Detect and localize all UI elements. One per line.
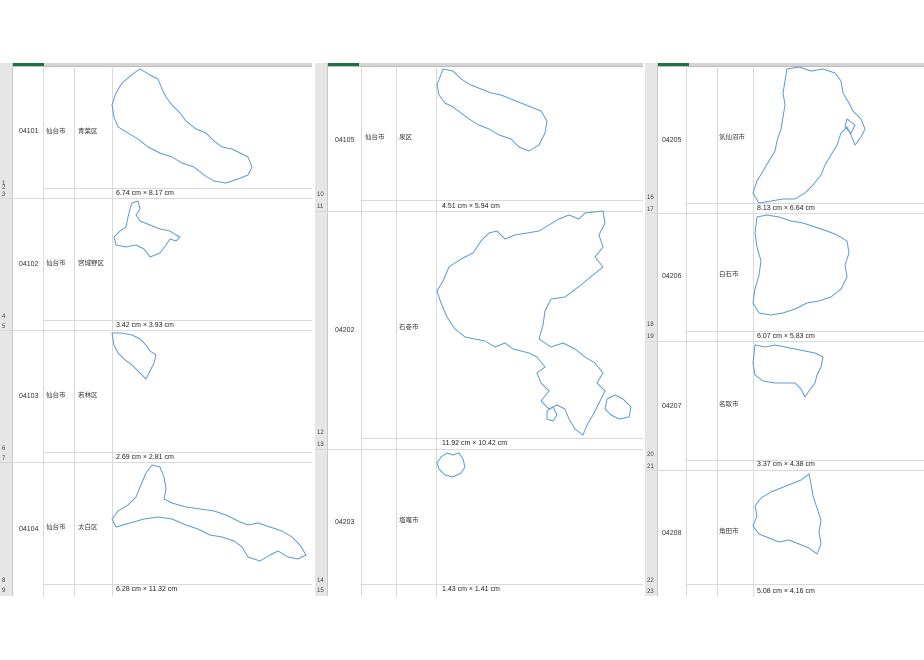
ward-cell[interactable]: 角田市 <box>719 525 739 535</box>
selected-column-indicator <box>327 63 359 66</box>
gridline <box>361 66 362 596</box>
row-number[interactable]: 19 <box>645 333 657 341</box>
gridline <box>686 331 924 332</box>
miyagino-ward-outline[interactable] <box>110 199 184 261</box>
selected-column-indicator <box>12 63 44 66</box>
gridline <box>315 449 643 450</box>
gridline <box>361 200 643 201</box>
dimension-cell[interactable]: 11.92 cm × 10.42 cm <box>442 440 507 447</box>
gridline <box>43 452 312 453</box>
dimension-cell[interactable]: 4.51 cm × 5.94 cm <box>442 203 500 210</box>
area-code-cell[interactable]: 04105 <box>335 137 354 144</box>
row-number[interactable]: 13 <box>315 441 327 449</box>
dimension-cell[interactable]: 2.69 cm × 2.81 cm <box>116 454 174 461</box>
ward-cell[interactable]: 石巻市 <box>399 321 419 331</box>
row-number[interactable]: 9 <box>0 587 12 595</box>
sheet-panel-1: 1 2 3 04101 仙台市 青葉区 6.74 cm × 8.17 cm 4 … <box>0 63 312 596</box>
area-code-cell[interactable]: 04101 <box>19 128 38 135</box>
taihaku-ward-outline[interactable] <box>110 463 310 575</box>
shiogama-city-outline[interactable] <box>435 449 469 481</box>
aoba-ward-outline[interactable] <box>110 67 256 187</box>
gridline <box>43 320 312 321</box>
row-number[interactable]: 14 <box>315 577 327 585</box>
izumi-ward-outline[interactable] <box>435 67 553 155</box>
row-number[interactable]: 23 <box>645 588 657 596</box>
city-cell[interactable]: 仙台市 <box>46 257 66 267</box>
row-number[interactable]: 22 <box>645 577 657 585</box>
kesennuma-city-outline[interactable] <box>751 66 869 204</box>
row-number[interactable]: 12 <box>315 429 327 437</box>
row-number[interactable]: 20 <box>645 451 657 459</box>
city-cell[interactable]: 仙台市 <box>46 521 66 531</box>
ishinomaki-city-outline[interactable] <box>435 210 635 439</box>
gridline <box>686 203 924 204</box>
kakuda-city-outline[interactable] <box>751 470 825 558</box>
ward-cell[interactable]: 青葉区 <box>78 125 98 135</box>
gridline <box>361 584 643 585</box>
ward-cell[interactable]: 若林区 <box>78 389 98 399</box>
shiroishi-city-outline[interactable] <box>751 213 851 317</box>
dimension-cell[interactable]: 6.74 cm × 8.17 cm <box>116 190 174 197</box>
city-cell[interactable]: 仙台市 <box>46 125 66 135</box>
ward-cell[interactable]: 白石市 <box>719 268 739 278</box>
row-number-column <box>645 63 658 596</box>
area-code-cell[interactable]: 04208 <box>662 530 681 537</box>
dimension-cell[interactable]: 5.08 cm × 4.16 cm <box>757 588 815 595</box>
row-number[interactable]: 15 <box>315 587 327 595</box>
row-number[interactable]: 18 <box>645 321 657 329</box>
ward-cell[interactable]: 太白区 <box>78 521 98 531</box>
sheet-panel-3: 16 17 04205 気仙沼市 8.13 cm × 6.64 cm 18 19… <box>645 63 924 596</box>
ward-cell[interactable]: 泉区 <box>399 131 412 141</box>
area-code-cell[interactable]: 04202 <box>335 327 354 334</box>
area-code-cell[interactable]: 04203 <box>335 519 354 526</box>
city-cell[interactable]: 仙台市 <box>365 131 385 141</box>
natori-city-outline[interactable] <box>751 341 829 401</box>
ward-cell[interactable]: 塩竈市 <box>399 514 419 524</box>
area-code-cell[interactable]: 04207 <box>662 403 681 410</box>
wakabayashi-ward-outline[interactable] <box>110 331 164 381</box>
row-number[interactable]: 8 <box>0 577 12 585</box>
area-code-cell[interactable]: 04102 <box>19 261 38 268</box>
row-number[interactable]: 10 <box>315 191 327 199</box>
dimension-cell[interactable]: 6.28 cm × 11.32 cm <box>116 586 177 593</box>
gridline <box>686 584 924 585</box>
sheet-panel-2: 10 11 04105 仙台市 泉区 4.51 cm × 5.94 cm 12 … <box>315 63 643 596</box>
gridline <box>396 66 397 596</box>
area-code-cell[interactable]: 04104 <box>19 526 38 533</box>
area-code-cell[interactable]: 04103 <box>19 393 38 400</box>
row-number[interactable]: 6 <box>0 445 12 453</box>
selected-column-indicator <box>657 63 689 66</box>
gridline <box>43 66 44 596</box>
dimension-cell[interactable]: 8.13 cm × 6.64 cm <box>757 205 815 212</box>
gridline <box>43 584 312 585</box>
dimension-cell[interactable]: 3.37 cm × 4.38 cm <box>757 461 815 468</box>
row-number[interactable]: 16 <box>645 194 657 202</box>
dimension-cell[interactable]: 1.43 cm × 1.41 cm <box>442 586 500 593</box>
ward-cell[interactable]: 名取市 <box>719 398 739 408</box>
city-cell[interactable]: 仙台市 <box>46 389 66 399</box>
gridline <box>43 188 312 189</box>
row-number[interactable]: 4 <box>0 313 12 321</box>
area-code-cell[interactable]: 04206 <box>662 273 681 280</box>
ward-cell[interactable]: 宮城野区 <box>78 257 104 267</box>
ward-cell[interactable]: 気仙沼市 <box>719 131 745 141</box>
dimension-cell[interactable]: 6.07 cm × 5.83 cm <box>757 333 815 340</box>
area-code-cell[interactable]: 04205 <box>662 137 681 144</box>
row-number-column <box>315 63 328 596</box>
row-number[interactable]: 11 <box>315 203 327 211</box>
gridline <box>74 66 75 596</box>
dimension-cell[interactable]: 3.42 cm × 3.93 cm <box>116 322 174 329</box>
